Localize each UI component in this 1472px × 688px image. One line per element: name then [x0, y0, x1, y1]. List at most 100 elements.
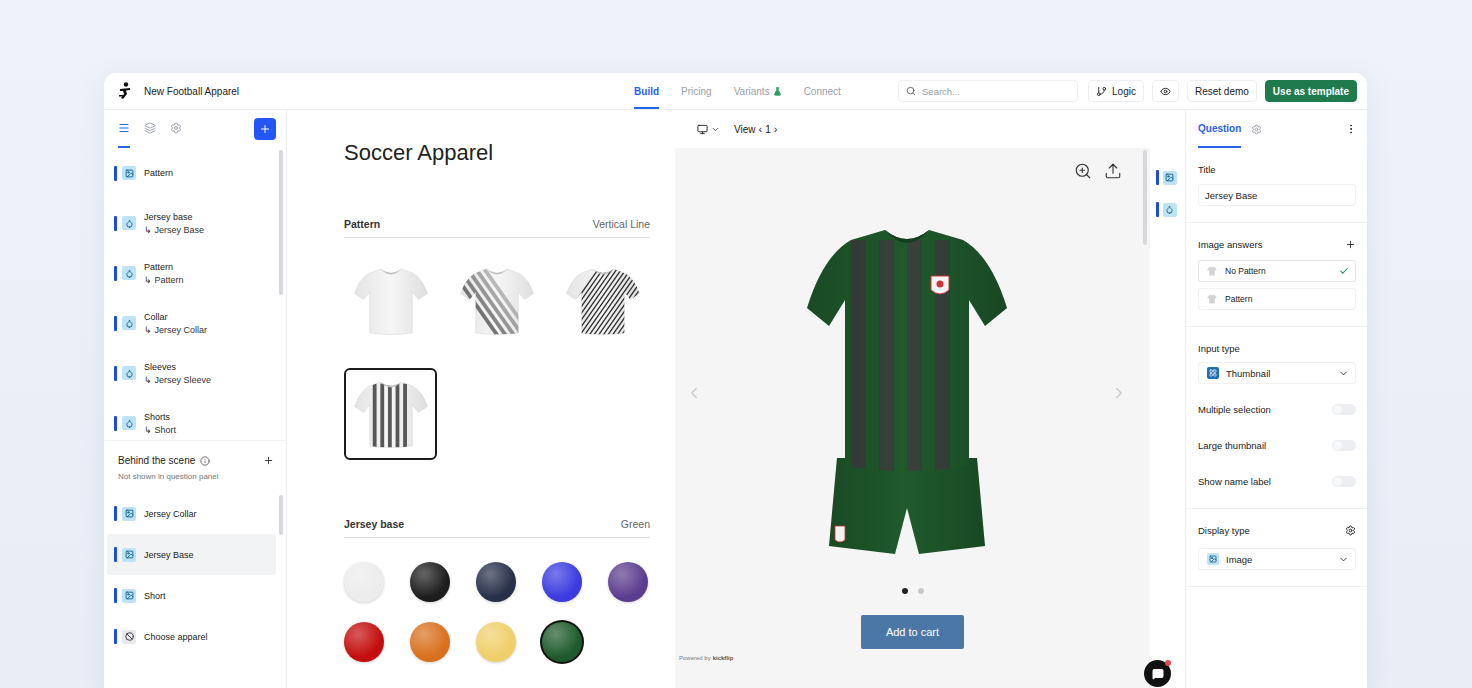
panel-title: Soccer Apparel [344, 140, 650, 166]
pattern-option[interactable] [556, 255, 649, 347]
color-swatch[interactable] [542, 562, 582, 602]
pattern-option[interactable] [344, 255, 437, 347]
item-type [122, 216, 136, 230]
preview-toolbar: View‹1› [675, 110, 1150, 148]
color-swatch[interactable] [542, 622, 582, 662]
color-swatch[interactable] [344, 622, 384, 662]
shirt-icon [1207, 294, 1217, 304]
gear-icon [1251, 124, 1262, 135]
branch-icon [1096, 86, 1107, 97]
item-bar [114, 588, 117, 603]
sidebar-tab[interactable] [118, 110, 130, 148]
sidebar-item[interactable]: Collar↳ Jersey Collar [107, 298, 276, 348]
input-type-select[interactable]: Thumbnail [1198, 362, 1356, 384]
prev-arrow[interactable] [685, 384, 703, 402]
color-swatch[interactable] [410, 622, 450, 662]
toggle-switch[interactable] [1332, 476, 1356, 487]
item-name: Choose apparel [144, 632, 208, 642]
sidebar-tab[interactable] [170, 110, 182, 148]
slide-dot[interactable] [902, 588, 908, 594]
gear-icon[interactable] [1345, 525, 1356, 536]
sidebar-item[interactable]: Shorts↳ Short [107, 398, 276, 440]
question-tab[interactable]: Question [1198, 110, 1241, 148]
shirt-icon [1207, 266, 1217, 276]
item-type [122, 630, 136, 644]
add-to-cart-button[interactable]: Add to cart [861, 615, 964, 649]
view-prev[interactable]: ‹ [759, 123, 763, 135]
flask-icon [773, 87, 782, 96]
item-link: ↳ Jersey Base [144, 225, 204, 235]
scrollbar[interactable] [1140, 148, 1150, 688]
rail-item[interactable] [1156, 170, 1180, 185]
input-section: Input typeThumbnailMultiple selectionLar… [1186, 327, 1367, 509]
item-bar [114, 366, 117, 381]
answer-row[interactable]: Pattern [1198, 288, 1356, 310]
logic-button[interactable]: Logic [1088, 80, 1144, 102]
view-next[interactable]: › [774, 123, 778, 135]
rail-item[interactable] [1156, 202, 1180, 217]
sidebar-item[interactable]: Choose apparel [107, 616, 276, 657]
display-section: Display typeImage [1186, 509, 1367, 587]
droplet-icon [125, 419, 134, 428]
color-swatch[interactable] [476, 622, 516, 662]
sidebar-tab[interactable] [144, 110, 156, 148]
sidebar-item[interactable]: Jersey base↳ Jersey Base [107, 198, 276, 248]
nav-tab[interactable]: Variants [734, 73, 782, 109]
scrollbar[interactable] [276, 493, 286, 663]
next-arrow[interactable] [1110, 384, 1128, 402]
nav-tab[interactable]: Connect [804, 73, 841, 109]
reset-demo-button[interactable]: Reset demo [1187, 80, 1257, 102]
slide-dot[interactable] [918, 588, 924, 594]
nav-tab[interactable]: Pricing [681, 73, 712, 109]
item-link: ↳ Pattern [144, 275, 184, 285]
zoom-icon[interactable] [1074, 162, 1092, 180]
answer-row[interactable]: No Pattern [1198, 260, 1356, 282]
color-swatch[interactable] [344, 562, 384, 602]
sidebar-item[interactable]: Pattern↳ Pattern [107, 248, 276, 298]
image-icon [1209, 555, 1217, 563]
color-swatch[interactable] [476, 562, 516, 602]
info-icon[interactable] [200, 456, 210, 466]
image-icon [125, 591, 134, 600]
jersey-preview [807, 226, 1007, 560]
use-template-button[interactable]: Use as template [1265, 80, 1357, 102]
color-swatch[interactable] [410, 562, 450, 602]
display-type-select[interactable]: Image [1198, 548, 1356, 570]
item-bar [114, 216, 117, 231]
chat-button[interactable] [1144, 660, 1171, 687]
upload-icon[interactable] [1104, 162, 1122, 180]
item-type [122, 507, 136, 521]
nav-tabs: Build Pricing Variants Connect [634, 73, 841, 109]
nav-tab[interactable]: Build [634, 73, 659, 109]
item-bar [114, 416, 117, 431]
more-button[interactable] [1345, 110, 1357, 148]
sidebar-item[interactable]: Sleeves↳ Jersey Sleeve [107, 348, 276, 398]
toggle-switch[interactable] [1332, 404, 1356, 415]
color-swatch[interactable] [608, 562, 648, 602]
device-select[interactable] [697, 124, 720, 135]
sidebar-item[interactable]: Short [107, 575, 276, 616]
sidebar-item[interactable]: Pattern [107, 148, 276, 198]
sidebar-item[interactable]: Jersey Base [107, 534, 276, 575]
behind-list: Jersey CollarJersey BaseShort Choose appa… [104, 493, 286, 663]
droplet-icon [125, 269, 134, 278]
check-icon [1339, 266, 1349, 276]
answers-section: Image answersNo PatternPattern [1186, 223, 1367, 327]
plus-icon [263, 455, 274, 466]
add-button[interactable] [254, 118, 276, 140]
add-behind-button[interactable] [263, 455, 274, 466]
image-icon [125, 509, 134, 518]
item-name: Collar [144, 312, 207, 322]
toggle-switch[interactable] [1332, 440, 1356, 451]
pattern-option[interactable] [450, 255, 543, 347]
settings-tab[interactable] [1251, 110, 1262, 148]
image-icon [1165, 173, 1174, 182]
add-answer-button[interactable] [1345, 239, 1356, 250]
title-input[interactable]: Jersey Base [1198, 184, 1356, 206]
preview-button[interactable] [1152, 80, 1179, 102]
behind-scene-hint: Not shown in question panel [118, 472, 274, 481]
scrollbar[interactable] [276, 148, 286, 440]
pattern-option[interactable] [344, 368, 437, 460]
search-field[interactable]: Search... [898, 80, 1078, 102]
sidebar-item[interactable]: Jersey Collar [107, 493, 276, 534]
